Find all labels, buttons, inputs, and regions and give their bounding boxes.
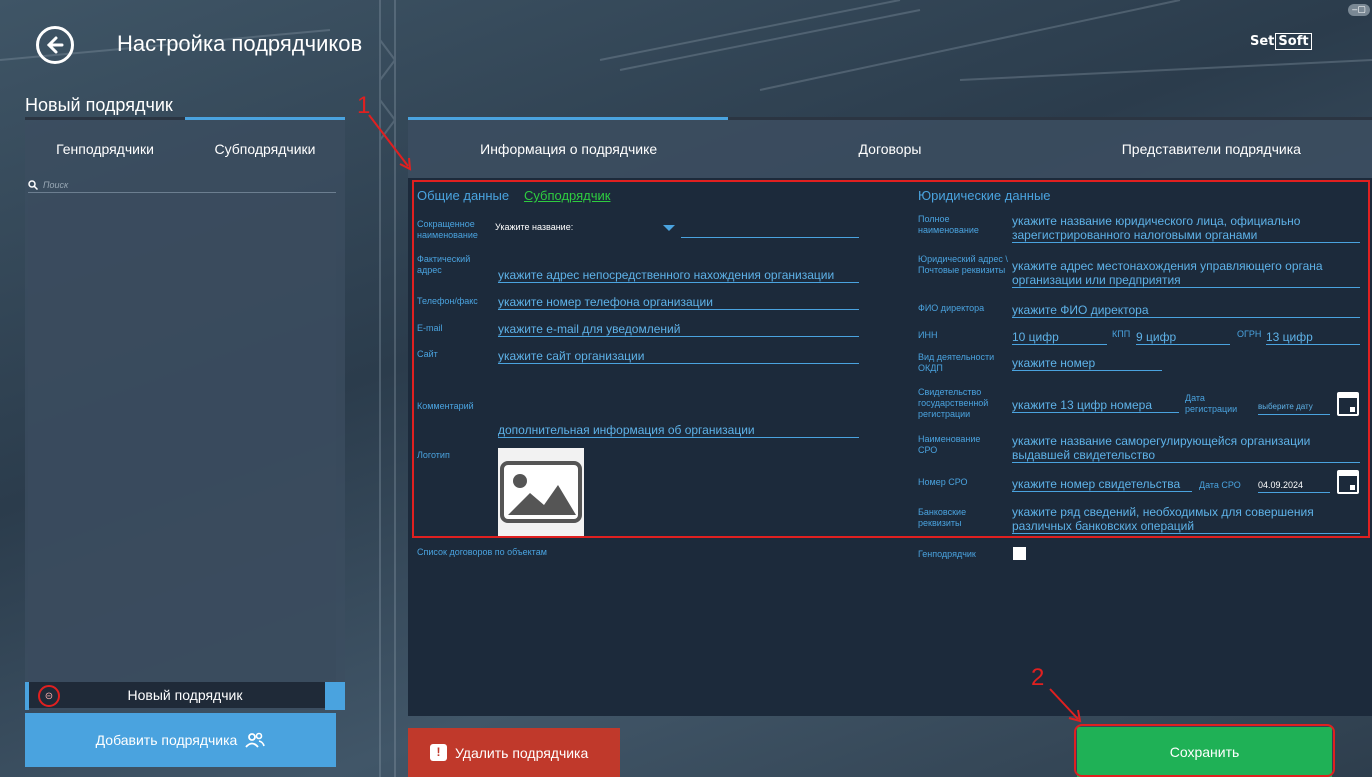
list-item-new-contractor[interactable]: ⊝ Новый подрядчик <box>25 682 345 710</box>
sro-number-input[interactable]: укажите номер свидетельства <box>1012 477 1192 492</box>
logo-upload[interactable] <box>498 448 584 536</box>
delete-contractor-label: Удалить подрядчика <box>455 744 589 761</box>
legal-address-input[interactable]: укажите адрес местонахождения управляюще… <box>1012 259 1360 288</box>
sro-name-input[interactable]: укажите название саморегулирующейся орга… <box>1012 434 1360 463</box>
calendar-icon[interactable] <box>1337 470 1359 494</box>
ogrn-label: ОГРН <box>1237 329 1262 339</box>
page-title: Настройка подрядчиков <box>117 31 363 56</box>
short-name-input[interactable] <box>681 224 859 238</box>
director-label: ФИО директора <box>918 303 985 313</box>
reg-date-input[interactable]: выберите дату <box>1258 400 1330 415</box>
inn-input[interactable]: 10 цифр <box>1012 330 1107 345</box>
search-icon <box>28 179 38 190</box>
chevron-down-icon <box>663 225 675 231</box>
short-name-select[interactable]: Укажите название: <box>495 222 675 238</box>
app-logo: Set Soft <box>1250 33 1312 50</box>
logo-label: Логотип <box>417 450 450 460</box>
list-item-label: Новый подрядчик <box>127 687 243 703</box>
cert-input[interactable]: укажите 13 цифр номера <box>1012 398 1179 413</box>
delete-item-icon[interactable]: ⊝ <box>38 685 60 707</box>
kpp-input[interactable]: 9 цифр <box>1136 330 1230 345</box>
left-section-title: Новый подрядчик <box>25 95 173 115</box>
email-label: E-mail <box>417 323 443 333</box>
contractor-type-link[interactable]: Субподрядчик <box>524 188 610 203</box>
short-name-select-value: Укажите название: <box>495 222 574 232</box>
phone-label: Телефон/факс <box>417 296 478 306</box>
bank-label: Банковские реквизиты <box>918 507 967 528</box>
legal-address-label: Юридический адрес \ Почтовые реквизиты <box>918 254 1008 275</box>
legal-section-title: Юридические данные <box>918 188 1051 203</box>
add-contractor-button[interactable]: Добавить подрядчика <box>25 713 336 767</box>
sro-date-label: Дата СРО <box>1199 480 1241 490</box>
okdp-label: Вид деятельности ОКДП <box>918 352 995 373</box>
warning-icon: ! <box>430 744 447 761</box>
short-name-label: Сокращенное наименование <box>417 219 478 240</box>
search-placeholder: Поиск <box>43 179 69 190</box>
delete-contractor-button[interactable]: ! Удалить подрядчика <box>408 728 620 777</box>
add-contractor-label: Добавить подрядчика <box>95 732 238 748</box>
phone-input[interactable]: укажите номер телефона организации <box>498 295 859 310</box>
kpp-label: КПП <box>1112 329 1131 339</box>
okdp-input[interactable]: укажите номер <box>1012 356 1162 371</box>
site-label: Сайт <box>417 349 438 359</box>
comment-input[interactable]: дополнительная информация об организации <box>498 423 859 438</box>
calendar-icon[interactable] <box>1337 392 1359 416</box>
tab-representatives[interactable]: Представители подрядчика <box>1051 141 1372 157</box>
reg-date-label: Дата регистрации <box>1185 393 1238 414</box>
search-input[interactable]: Поиск <box>28 177 336 193</box>
arrow-left-icon <box>46 36 64 54</box>
director-input[interactable]: укажите ФИО директора <box>1012 303 1360 318</box>
back-button[interactable] <box>36 26 74 64</box>
annotation-2: 2 <box>1031 664 1045 691</box>
sro-name-label: Наименование СРО <box>918 434 981 455</box>
full-name-input[interactable]: укажите название юридического лица, офиц… <box>1012 214 1360 243</box>
site-input[interactable]: укажите сайт организации <box>498 349 859 364</box>
general-section-title: Общие данные <box>417 188 510 203</box>
annotation-arrow-1 <box>368 114 412 171</box>
contractor-list[interactable] <box>28 194 336 684</box>
contracts-by-objects-label: Список договоров по объектам <box>417 547 547 557</box>
ogrn-input[interactable]: 13 цифр <box>1266 330 1360 345</box>
window-controls[interactable]: –▢ <box>1348 4 1370 16</box>
full-name-label: Полное наименование <box>918 214 979 235</box>
general-contractor-label: Генподрядчик <box>918 549 976 559</box>
users-icon <box>245 732 266 748</box>
email-input[interactable]: укажите e-mail для уведомлений <box>498 322 859 337</box>
comment-label: Комментарий <box>417 401 474 411</box>
annotation-arrow-2 <box>1049 688 1082 723</box>
highlight-frame-2 <box>1074 724 1335 777</box>
image-placeholder-icon <box>500 461 582 523</box>
tab-contracts[interactable]: Договоры <box>729 141 1050 157</box>
sro-number-label: Номер СРО <box>918 477 968 487</box>
tab-general-contractors[interactable]: Генподрядчики <box>25 141 185 157</box>
tab-contractor-info[interactable]: Информация о подрядчике <box>408 141 729 157</box>
address-input[interactable]: укажите адрес непосредственного нахожден… <box>498 268 859 283</box>
main-tabs: Информация о подрядчике Договоры Предста… <box>408 120 1372 178</box>
tab-subcontractors[interactable]: Субподрядчики <box>185 141 345 157</box>
bank-input[interactable]: укажите ряд сведений, необходимых для со… <box>1012 505 1360 534</box>
contractor-list-panel: Генподрядчики Субподрядчики Поиск ⊝ Новы… <box>25 120 345 710</box>
address-label: Фактический адрес <box>417 254 471 275</box>
cert-label: Свидетельство государственной регистраци… <box>918 387 989 419</box>
sro-date-input[interactable]: 04.09.2024 <box>1258 478 1330 493</box>
header: Настройка подрядчиков Set Soft –▢ <box>0 0 1372 92</box>
inn-label: ИНН <box>918 330 938 340</box>
general-contractor-checkbox[interactable] <box>1013 547 1026 560</box>
